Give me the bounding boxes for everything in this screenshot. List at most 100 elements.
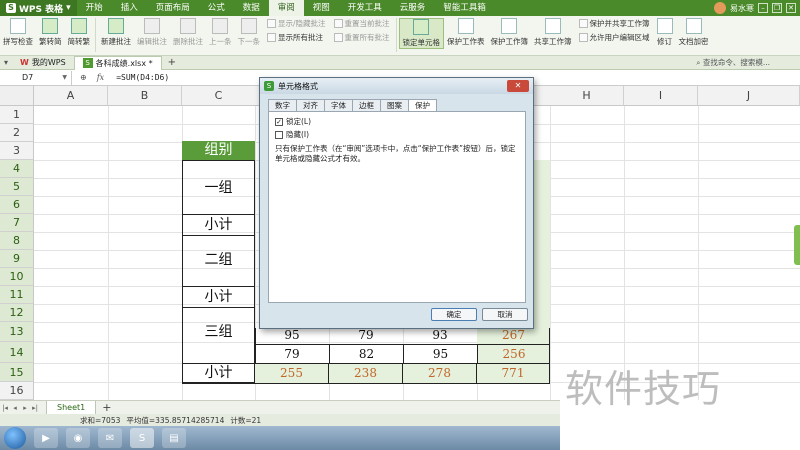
column-header[interactable]: J bbox=[698, 86, 800, 106]
avatar[interactable] bbox=[714, 2, 726, 14]
row-header[interactable]: 13 bbox=[0, 322, 34, 342]
tab-pattern[interactable]: 图案 bbox=[380, 99, 409, 111]
hidden-option[interactable]: 隐藏(I) bbox=[275, 129, 519, 140]
tab-start[interactable]: 开始 bbox=[77, 0, 112, 16]
prev-sheet-icon[interactable]: ◂ bbox=[10, 404, 20, 412]
tab-insert[interactable]: 插入 bbox=[112, 0, 147, 16]
tab-developer[interactable]: 开发工具 bbox=[339, 0, 391, 16]
new-comment-button[interactable]: 新建批注 bbox=[98, 18, 134, 47]
tab-border[interactable]: 边框 bbox=[352, 99, 381, 111]
encrypt-button[interactable]: 文档加密 bbox=[676, 18, 712, 47]
table-cell[interactable]: 93 bbox=[403, 328, 477, 342]
column-header[interactable]: I bbox=[624, 86, 698, 106]
subtotal-label-2[interactable]: 小计 bbox=[182, 286, 255, 308]
table-cell[interactable]: 278 bbox=[403, 363, 477, 384]
tab-grades-file[interactable]: S 各科成绩.xlsx * bbox=[73, 55, 162, 70]
edit-comment-button[interactable]: 编辑批注 bbox=[134, 18, 170, 47]
tab-alignment[interactable]: 对齐 bbox=[296, 99, 325, 111]
select-all-corner[interactable] bbox=[0, 86, 34, 106]
spell-check-button[interactable]: 拼写检查 bbox=[0, 18, 36, 47]
tab-smart-toolbox[interactable]: 智能工具箱 bbox=[434, 0, 495, 16]
row-header[interactable]: 15 bbox=[0, 363, 34, 382]
tab-page-layout[interactable]: 页面布局 bbox=[147, 0, 199, 16]
table-cell[interactable]: 238 bbox=[329, 363, 403, 384]
locked-option[interactable]: ✓ 锁定(L) bbox=[275, 116, 519, 127]
column-header[interactable]: H bbox=[550, 86, 624, 106]
group2-label[interactable]: 二组 bbox=[182, 250, 255, 270]
row-header[interactable]: 4 bbox=[0, 160, 34, 178]
table-cell[interactable]: 79 bbox=[255, 344, 329, 363]
row-header[interactable]: 10 bbox=[0, 268, 34, 286]
start-button[interactable] bbox=[4, 427, 26, 449]
reset-current-comment-option[interactable]: 重置当前批注 bbox=[333, 18, 390, 29]
next-comment-button[interactable]: 下一条 bbox=[235, 18, 264, 47]
table-cell[interactable]: 82 bbox=[329, 344, 403, 363]
ok-button[interactable]: 确定 bbox=[431, 308, 477, 321]
command-search[interactable]: ⌕ 查找命令、搜索模... bbox=[696, 57, 800, 68]
user-name[interactable]: 易水寒 bbox=[730, 3, 754, 14]
locked-checkbox[interactable]: ✓ bbox=[275, 117, 283, 126]
add-sheet-button[interactable]: + bbox=[96, 401, 117, 414]
show-hide-comment-option[interactable]: 显示/隐藏批注 bbox=[267, 18, 326, 29]
column-header[interactable]: C bbox=[182, 86, 256, 106]
tab-cloud[interactable]: 云服务 bbox=[391, 0, 435, 16]
table-cell[interactable]: 255 bbox=[255, 363, 329, 384]
table-cell-total[interactable]: 267 bbox=[477, 328, 550, 342]
lock-cell-button[interactable]: 锁定单元格 bbox=[398, 18, 445, 49]
wps-spreadsheet-icon[interactable]: S bbox=[130, 428, 154, 448]
media-player-icon[interactable]: ▶ bbox=[34, 428, 58, 448]
first-sheet-icon[interactable]: |◂ bbox=[0, 404, 10, 412]
last-sheet-icon[interactable]: ▸| bbox=[30, 404, 40, 412]
row-header[interactable]: 7 bbox=[0, 214, 34, 232]
simp-to-trad-button[interactable]: 简转繁 bbox=[65, 18, 94, 47]
tab-font[interactable]: 字体 bbox=[324, 99, 353, 111]
name-box[interactable]: D7 ▼ bbox=[0, 70, 72, 85]
reset-all-comments-option[interactable]: 重置所有批注 bbox=[333, 32, 390, 43]
hidden-checkbox[interactable] bbox=[275, 130, 283, 139]
row-header[interactable]: 9 bbox=[0, 250, 34, 268]
protect-workbook-button[interactable]: 保护工作簿 bbox=[488, 18, 532, 47]
row-header[interactable]: 1 bbox=[0, 106, 34, 124]
column-header[interactable]: A bbox=[34, 86, 108, 106]
revise-button[interactable]: 修订 bbox=[654, 18, 676, 47]
close-icon[interactable]: ✕ bbox=[786, 3, 796, 13]
quick-access-icon[interactable]: ▾ bbox=[0, 58, 12, 67]
show-all-comments-option[interactable]: 显示所有批注 bbox=[267, 32, 326, 43]
table-cell[interactable]: 95 bbox=[403, 344, 477, 363]
wechat-icon[interactable]: ✉ bbox=[98, 428, 122, 448]
row-header[interactable]: 16 bbox=[0, 382, 34, 400]
protect-sheet-button[interactable]: 保护工作表 bbox=[444, 18, 488, 47]
formula-input[interactable]: =SUM(D4:D6) bbox=[112, 73, 169, 82]
minimize-icon[interactable]: – bbox=[758, 3, 768, 13]
row-header[interactable]: 11 bbox=[0, 286, 34, 304]
table-cell-total[interactable]: 256 bbox=[477, 344, 550, 363]
tab-data[interactable]: 数据 bbox=[234, 0, 269, 16]
row-header[interactable]: 14 bbox=[0, 342, 34, 363]
tab-my-wps[interactable]: W 我的WPS bbox=[12, 56, 74, 70]
protect-and-share-option[interactable]: 保护并共享工作簿 bbox=[578, 18, 650, 29]
file-explorer-icon[interactable]: ▤ bbox=[162, 428, 186, 448]
table-cell[interactable]: 95 bbox=[255, 328, 329, 342]
new-tab-button[interactable]: + bbox=[162, 57, 182, 68]
tab-number[interactable]: 数字 bbox=[268, 99, 297, 111]
subtotal-label-1[interactable]: 小计 bbox=[182, 214, 255, 236]
delete-comment-button[interactable]: 删除批注 bbox=[170, 18, 206, 47]
row-header[interactable]: 3 bbox=[0, 142, 34, 160]
group3-label[interactable]: 三组 bbox=[182, 322, 255, 342]
table-cell[interactable]: 79 bbox=[329, 328, 403, 342]
tab-review[interactable]: 审阅 bbox=[268, 0, 304, 16]
allow-edit-ranges-option[interactable]: 允许用户编辑区域 bbox=[578, 32, 650, 43]
column-header[interactable]: B bbox=[108, 86, 182, 106]
dialog-title-bar[interactable]: S 单元格格式 bbox=[260, 78, 533, 94]
sheet-tab-sheet1[interactable]: Sheet1 bbox=[46, 400, 97, 415]
row-header[interactable]: 5 bbox=[0, 178, 34, 196]
group1-label[interactable]: 一组 bbox=[182, 178, 255, 198]
dialog-close-button[interactable]: ✕ bbox=[507, 80, 529, 92]
prev-comment-button[interactable]: 上一条 bbox=[206, 18, 235, 47]
table-header-group[interactable]: 组别 bbox=[182, 141, 255, 160]
wps-app-button[interactable]: S WPS 表格 ▾ bbox=[0, 0, 77, 16]
side-panel-handle[interactable] bbox=[794, 225, 800, 265]
next-sheet-icon[interactable]: ▸ bbox=[20, 404, 30, 412]
row-header[interactable]: 2 bbox=[0, 124, 34, 142]
zoom-icon[interactable]: ⊕ bbox=[80, 73, 87, 82]
